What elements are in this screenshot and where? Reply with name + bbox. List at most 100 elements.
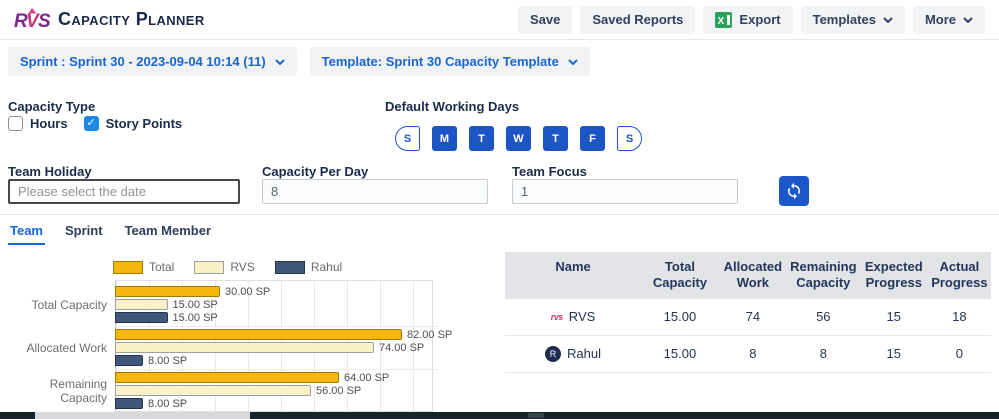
working-day-0[interactable]: S <box>395 126 420 151</box>
cell-actual_progress: 0 <box>955 346 963 361</box>
chart-category-label: Total Capacity <box>31 297 107 312</box>
working-day-2[interactable]: T <box>469 126 494 151</box>
cell-name: R Rahul <box>505 336 641 372</box>
column-header-allocated-work: Allocated Work <box>723 259 783 291</box>
team-holiday-input[interactable] <box>8 179 240 204</box>
chart-group-total-capacity: Total Capacity 30.00 SP 15.00 SP 15.00 SP <box>8 283 478 327</box>
chevron-down-icon <box>568 59 578 65</box>
more-dropdown-button[interactable]: More <box>912 5 985 34</box>
cell-total_capacity: 15.00 <box>663 346 697 361</box>
horizontal-scrollbar-track[interactable] <box>0 412 999 419</box>
tab-sprint[interactable]: Sprint <box>63 215 105 245</box>
export-button[interactable]: X Export <box>703 5 793 34</box>
column-header-actual-progress: Actual Progress <box>931 259 988 291</box>
capacity-chart: Total RVS Rahul Total Capacity 30.00 SP 15.0… <box>8 250 478 419</box>
chart-group-bars: 64.00 SP 56.00 SP 8.00 SP <box>115 369 478 412</box>
bar-rvs-total-capacity <box>115 299 168 310</box>
rvs-logo-icon: rvs <box>550 311 564 322</box>
tab-team[interactable]: Team <box>8 215 45 245</box>
checkbox-label-story-points: Story Points <box>105 116 183 131</box>
cell-total_capacity: 15.00 <box>663 309 697 324</box>
scrollbar-segment <box>528 413 544 418</box>
table-row-rvs: rvs RVS 15.00 74 56 15 18 <box>505 299 991 336</box>
bar-rahul-remaining-capacity <box>115 398 143 409</box>
horizontal-scrollbar-thumb[interactable] <box>35 412 250 419</box>
bar-total-allocated-work <box>115 329 402 340</box>
chart-category-label: Remaining Capacity <box>49 376 107 405</box>
sprint-selector[interactable]: Sprint : Sprint 30 - 2023-09-04 10:14 (1… <box>8 47 297 76</box>
legend-swatch-total <box>113 260 143 274</box>
working-day-5[interactable]: F <box>580 126 605 151</box>
table-body: rvs RVS 15.00 74 56 15 18 R Rahul 15.00 8 8 15 0 <box>505 299 991 373</box>
capacity-per-day-label: Capacity Per Day <box>262 164 369 179</box>
bar-value-label: 30.00 SP <box>225 285 271 298</box>
legend-item-rahul: Rahul <box>274 260 343 274</box>
bar-rahul-allocated-work <box>115 355 143 366</box>
checkbox-row-hours[interactable]: Hours <box>8 116 68 131</box>
working-day-6[interactable]: S <box>617 126 642 151</box>
refresh-button[interactable] <box>779 176 809 206</box>
team-focus-label: Team Focus <box>512 164 587 179</box>
working-day-4[interactable]: T <box>543 126 568 151</box>
toolbar: Save Saved Reports X Export Templates Mo… <box>518 5 985 34</box>
legend-label: RVS <box>230 260 255 274</box>
working-days-row: SMTWTFS <box>395 126 642 151</box>
chart-group-bars: 30.00 SP 15.00 SP 15.00 SP <box>115 283 478 326</box>
cell-allocated_work: 74 <box>745 309 761 324</box>
bar-value-label: 74.00 SP <box>379 341 425 354</box>
cell-actual_progress: 18 <box>952 309 967 324</box>
tab-team-member[interactable]: Team Member <box>123 215 213 245</box>
bar-row: 15.00 SP <box>115 298 478 311</box>
column-header-expected-progress: Expected Progress <box>864 259 923 291</box>
save-button[interactable]: Save <box>518 5 573 34</box>
bar-row: 74.00 SP <box>115 341 478 354</box>
legend-swatch-rahul <box>274 260 305 274</box>
team-focus-input[interactable] <box>512 179 738 204</box>
templates-dropdown-button[interactable]: Templates <box>800 5 905 34</box>
chart-legend: Total RVS Rahul <box>113 260 478 274</box>
member-name: Rahul <box>567 346 602 361</box>
bar-rahul-total-capacity <box>115 312 168 323</box>
template-selector[interactable]: Template: Sprint 30 Capacity Template <box>309 47 590 76</box>
chart-plot: Total Capacity 30.00 SP 15.00 SP 15.00 SP Al… <box>8 280 478 412</box>
chart-group-remaining-capacity: Remaining Capacity 64.00 SP 56.00 SP 8.00 S… <box>8 369 478 412</box>
legend-swatch-rvs <box>194 260 225 274</box>
checkbox-hours[interactable] <box>8 116 23 131</box>
saved-reports-button[interactable]: Saved Reports <box>580 5 696 34</box>
table-row-rahul: R Rahul 15.00 8 8 15 0 <box>505 336 991 373</box>
bar-row: 56.00 SP <box>115 384 478 397</box>
legend-label: Total <box>149 260 175 274</box>
bar-value-label: 8.00 SP <box>148 354 188 367</box>
working-days-label: Default Working Days <box>385 99 520 114</box>
chart-group-allocated-work: Allocated Work 82.00 SP 74.00 SP 8.00 SP <box>8 326 478 370</box>
legend-label: Rahul <box>310 260 343 274</box>
column-header-remaining-capacity: Remaining Capacity <box>790 259 857 291</box>
team-holiday-label: Team Holiday <box>8 164 92 179</box>
bar-value-label: 8.00 SP <box>148 397 188 410</box>
working-day-3[interactable]: W <box>506 126 531 151</box>
bar-value-label: 15.00 SP <box>172 298 218 311</box>
chevron-down-icon <box>963 17 973 23</box>
bar-value-label: 56.00 SP <box>316 384 362 397</box>
svg-text:S: S <box>38 11 51 32</box>
bar-row: 30.00 SP <box>115 285 478 298</box>
cell-name: rvs RVS <box>505 299 641 335</box>
bar-value-label: 15.00 SP <box>172 311 218 324</box>
page-title: Capacity Planner <box>58 9 205 29</box>
app-logo: R V S Capacity Planner <box>14 7 205 33</box>
chart-group-bars: 82.00 SP 74.00 SP 8.00 SP <box>115 326 478 369</box>
bar-row: 8.00 SP <box>115 397 478 410</box>
capacity-per-day-input[interactable] <box>262 179 488 204</box>
bar-row: 82.00 SP <box>115 329 478 341</box>
checkbox-label-hours: Hours <box>30 116 68 131</box>
table-header-row: Name Total Capacity Allocated Work Remainin… <box>505 252 991 299</box>
checkbox-row-story-points[interactable]: ✓ Story Points <box>83 116 183 131</box>
working-day-1[interactable]: M <box>432 126 457 151</box>
sync-icon <box>788 182 800 200</box>
tabs: Team Sprint Team Member <box>0 215 999 245</box>
cell-remaining_capacity: 8 <box>819 346 827 361</box>
cell-remaining_capacity: 56 <box>816 309 831 324</box>
cell-allocated_work: 8 <box>749 346 757 361</box>
bar-row: 64.00 SP <box>115 372 478 384</box>
checkbox-story-points[interactable]: ✓ <box>83 116 99 131</box>
